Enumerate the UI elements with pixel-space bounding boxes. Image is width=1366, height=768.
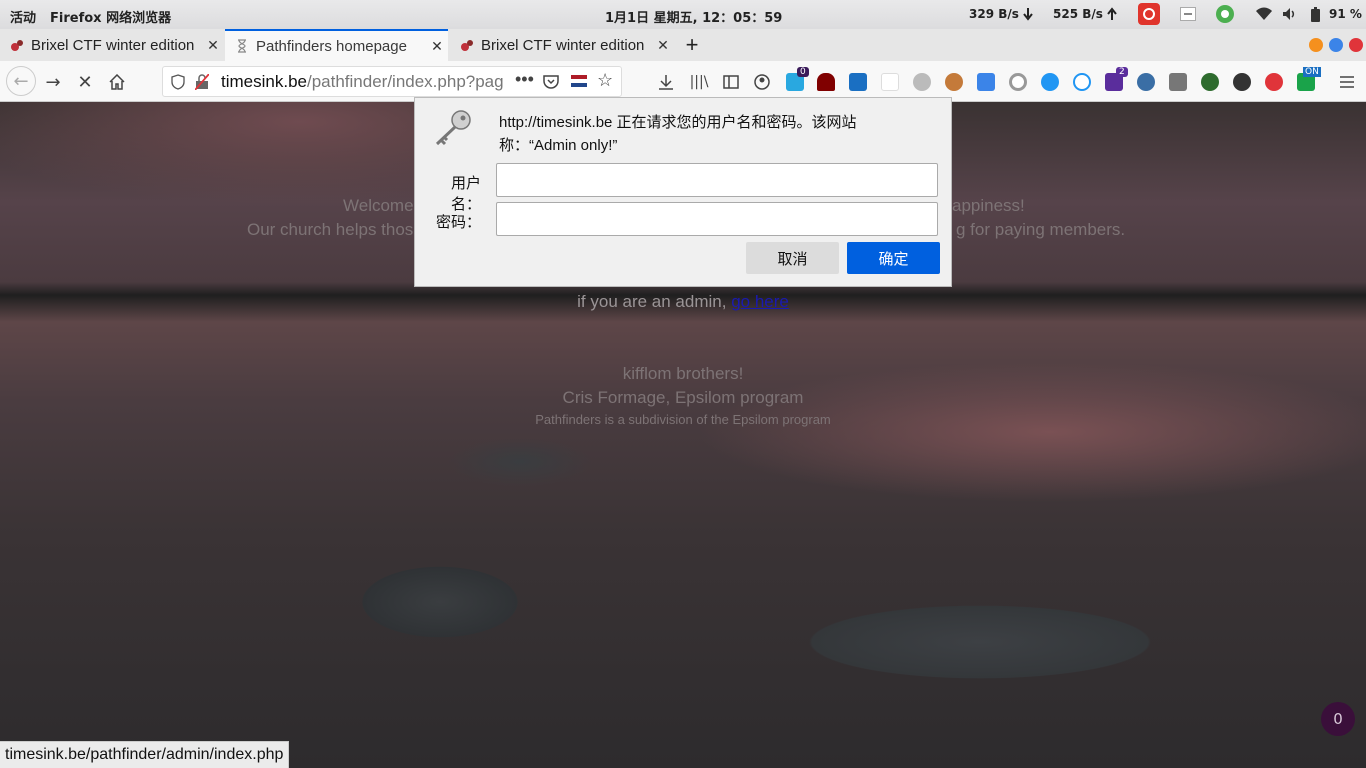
auth-message: http://timesink.be 正在请求您的用户名和密码。该网站 称：“Ad…	[499, 114, 857, 154]
pocket-icon[interactable]	[543, 74, 559, 94]
file-extension-icon[interactable]	[977, 73, 995, 91]
on-badge: ON	[1303, 67, 1321, 77]
subdivision-text: Pathfinders is a subdivision of the Epsi…	[535, 412, 831, 427]
puzzle-extension-icon[interactable]	[913, 73, 931, 91]
password-label: 密码：	[435, 214, 481, 231]
maximize-window-button[interactable]	[1329, 38, 1343, 52]
signature-text: Cris Formage, Epsilom program	[562, 388, 804, 407]
circle-extension-icon[interactable]	[1009, 73, 1027, 91]
record-extension-icon[interactable]	[1265, 73, 1283, 91]
forward-arrow-icon[interactable]: →	[40, 69, 66, 95]
new-tab-button[interactable]: +	[678, 29, 706, 61]
pin-extension-icon[interactable]	[1073, 73, 1091, 91]
notification-count-badge: 0	[797, 67, 809, 77]
url-bar[interactable]: timesink.be/pathfinder/index.php?page ••…	[162, 66, 622, 97]
tab-brixel-2[interactable]: Brixel CTF winter edition ✕	[450, 29, 674, 61]
globe-extension-icon[interactable]	[1137, 73, 1155, 91]
arrow-up-icon	[1105, 5, 1119, 23]
tab-pathfinders[interactable]: Pathfinders homepage ✕	[225, 29, 448, 61]
dots-extension-icon[interactable]	[1233, 73, 1251, 91]
cookie-extension-icon[interactable]	[945, 73, 963, 91]
tab-strip: Brixel CTF winter edition ✕ Pathfinders …	[0, 29, 1366, 61]
system-top-bar: 活动 Firefox 网络浏览器 1月1日 星期五, 12：05：59 329 …	[0, 0, 1366, 29]
net-up-speed: 525 B/s	[1053, 7, 1103, 21]
page-actions-icon[interactable]: •••	[515, 69, 534, 90]
status-url-bar: timesink.be/pathfinder/admin/index.php	[0, 741, 290, 768]
tab-extension-icon[interactable]	[1169, 73, 1187, 91]
tab-label: Brixel CTF winter edition	[481, 36, 645, 54]
app-menu[interactable]: Firefox 网络浏览器	[50, 7, 171, 26]
netease-music-icon[interactable]	[1138, 3, 1160, 25]
arrow-down-icon	[1021, 5, 1035, 23]
bug-extension-icon[interactable]	[1041, 73, 1059, 91]
ublock-origin-icon[interactable]	[817, 73, 835, 91]
tab-label: Brixel CTF winter edition	[31, 36, 195, 54]
battery-icon[interactable]	[1310, 5, 1320, 23]
auth-dialog: http://timesink.be 正在请求您的用户名和密码。该网站 称：“Ad…	[414, 97, 952, 287]
sidebar-icon[interactable]	[718, 69, 744, 95]
close-tab-icon[interactable]: ✕	[426, 38, 448, 55]
kifflom-text: kifflom brothers!	[622, 364, 744, 383]
battery-percent: 91 %	[1329, 7, 1362, 21]
netherlands-flag-icon[interactable]	[571, 75, 587, 87]
password-field[interactable]	[496, 202, 938, 236]
home-icon[interactable]	[104, 69, 130, 95]
username-label: 用户名：	[450, 175, 481, 213]
close-tab-icon[interactable]: ✕	[652, 37, 674, 54]
volume-icon[interactable]	[1282, 5, 1298, 23]
clock[interactable]: 1月1日 星期五, 12：05：59	[605, 7, 782, 26]
brixel-favicon-icon	[460, 38, 474, 52]
s-blue-extension-icon[interactable]	[849, 73, 867, 91]
minimize-window-button[interactable]	[1309, 38, 1323, 52]
account-icon[interactable]	[749, 69, 775, 95]
tab-brixel-1[interactable]: Brixel CTF winter edition ✕	[0, 29, 224, 61]
green-extension-icon[interactable]	[1201, 73, 1219, 91]
cancel-button[interactable]: 取消	[746, 242, 839, 274]
s-red-extension-icon[interactable]	[881, 73, 899, 91]
hamburger-menu-icon[interactable]	[1334, 69, 1360, 95]
wifi-icon[interactable]	[1256, 5, 1272, 23]
url-text[interactable]: timesink.be/pathfinder/index.php?page	[221, 72, 503, 92]
library-icon[interactable]: |||\	[686, 69, 712, 95]
insecure-lock-icon[interactable]	[194, 73, 210, 95]
stop-loading-icon[interactable]: ✕	[72, 69, 98, 95]
admin-line: if you are an admin, go here	[577, 292, 789, 311]
activities-button[interactable]: 活动	[10, 7, 36, 26]
brixel-favicon-icon	[10, 38, 24, 52]
tab-label: Pathfinders homepage	[256, 37, 407, 55]
tracking-shield-icon[interactable]	[171, 74, 185, 95]
admin-link[interactable]: go here	[731, 292, 789, 311]
close-tab-icon[interactable]: ✕	[202, 37, 224, 54]
username-field[interactable]	[496, 163, 938, 197]
net-down-speed: 329 B/s	[969, 7, 1019, 21]
purple-count-badge: 2	[1116, 67, 1128, 77]
ok-button[interactable]: 确定	[847, 242, 940, 274]
bookmark-star-icon[interactable]: ☆	[597, 70, 613, 91]
back-arrow-icon[interactable]: ←	[6, 66, 36, 96]
tray-window-icon[interactable]	[1180, 7, 1196, 21]
hourglass-icon	[235, 39, 249, 53]
key-icon	[431, 108, 473, 152]
close-window-button[interactable]	[1349, 38, 1363, 52]
downloads-icon[interactable]	[653, 69, 679, 95]
wechat-tray-icon[interactable]	[1216, 5, 1234, 23]
floating-counter-button[interactable]: 0	[1321, 702, 1355, 736]
